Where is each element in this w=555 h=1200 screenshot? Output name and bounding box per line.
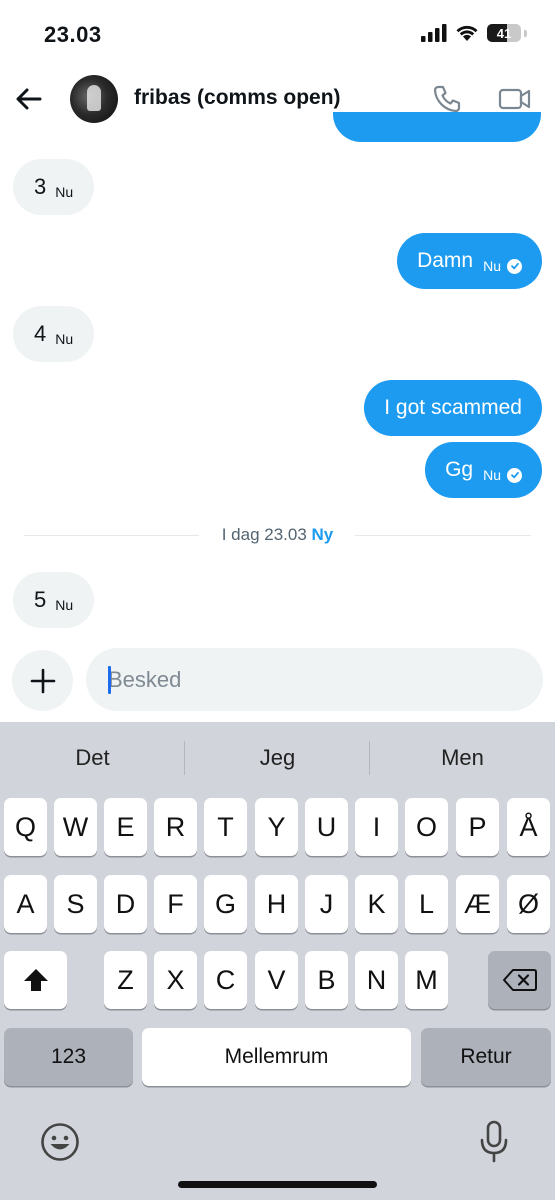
message-bubble-outgoing[interactable]: Gg Nu (425, 442, 542, 498)
microphone-icon[interactable] (478, 1120, 510, 1164)
key-d[interactable]: D (104, 875, 147, 933)
key-f[interactable]: F (154, 875, 197, 933)
conversation-title[interactable]: fribas (comms open) (134, 86, 341, 110)
message-bubble-outgoing[interactable]: Damn Nu (397, 233, 542, 289)
battery-level: 41 (496, 25, 512, 41)
key-o[interactable]: O (405, 798, 448, 856)
shift-arrow-icon (23, 969, 48, 991)
key-a[interactable]: A (4, 875, 47, 933)
message-text: 3 (34, 174, 47, 199)
key-ae[interactable]: Æ (456, 875, 499, 933)
key-r[interactable]: R (154, 798, 197, 856)
message-text: I got scammed (384, 396, 522, 419)
key-v[interactable]: V (255, 951, 298, 1009)
message-bubble-outgoing[interactable]: I got scammed (364, 380, 542, 436)
suggestion-3[interactable]: Men (370, 745, 555, 771)
cellular-signal-icon (421, 24, 447, 42)
battery-icon: 41 (487, 24, 521, 42)
key-aa[interactable]: Å (507, 798, 550, 856)
key-w[interactable]: W (54, 798, 97, 856)
key-z[interactable]: Z (104, 951, 147, 1009)
key-c[interactable]: C (204, 951, 247, 1009)
status-icons: 41 (421, 24, 527, 42)
key-x[interactable]: X (154, 951, 197, 1009)
battery-nub (524, 29, 527, 37)
home-indicator (178, 1181, 377, 1188)
key-y[interactable]: Y (255, 798, 298, 856)
message-input-container[interactable] (86, 648, 543, 711)
date-divider-label: I dag 23.03 (221, 525, 307, 544)
message-bubble-partial (333, 112, 541, 142)
video-call-icon[interactable] (498, 82, 532, 116)
key-e[interactable]: E (104, 798, 147, 856)
message-text: Gg (445, 458, 474, 481)
key-j[interactable]: J (305, 875, 348, 933)
new-badge: Ny (311, 525, 334, 544)
emoji-icon[interactable] (40, 1122, 80, 1162)
key-p[interactable]: P (456, 798, 499, 856)
key-m[interactable]: M (405, 951, 448, 1009)
read-receipt-check-icon (507, 467, 522, 483)
message-bubble-incoming[interactable]: 5 Nu (13, 572, 95, 628)
add-media-button[interactable] (12, 650, 73, 711)
wifi-icon (456, 25, 478, 41)
key-t[interactable]: T (204, 798, 247, 856)
date-divider: I dag 23.03 Ny (0, 525, 555, 545)
key-b[interactable]: B (305, 951, 348, 1009)
status-time: 23.03 (44, 22, 102, 47)
message-time: Nu (55, 597, 74, 613)
key-i[interactable]: I (355, 798, 398, 856)
key-l[interactable]: L (405, 875, 448, 933)
backspace-key[interactable] (488, 951, 551, 1009)
numbers-key[interactable]: 123 (4, 1028, 133, 1086)
message-input[interactable] (108, 648, 528, 711)
message-bubble-incoming[interactable]: 4 Nu (13, 306, 95, 362)
key-oe[interactable]: Ø (507, 875, 550, 933)
return-key[interactable]: Retur (421, 1028, 551, 1086)
key-g[interactable]: G (204, 875, 247, 933)
key-n[interactable]: N (355, 951, 398, 1009)
message-time: Nu (483, 258, 501, 274)
space-key[interactable]: Mellemrum (142, 1028, 411, 1086)
message-time: Nu (55, 331, 74, 347)
read-receipt-check-icon (507, 258, 522, 274)
plus-icon (30, 668, 55, 693)
delete-backspace-icon (502, 969, 537, 991)
message-bubble-incoming[interactable]: 3 Nu (13, 159, 95, 215)
avatar[interactable] (70, 75, 118, 123)
back-arrow-icon[interactable] (14, 84, 44, 114)
message-text: 5 (34, 587, 47, 612)
key-u[interactable]: U (305, 798, 348, 856)
key-k[interactable]: K (355, 875, 398, 933)
shift-key[interactable] (4, 951, 67, 1009)
message-text: Damn (417, 249, 474, 272)
key-s[interactable]: S (54, 875, 97, 933)
message-time: Nu (483, 467, 501, 483)
text-cursor (108, 666, 111, 694)
message-text: 4 (34, 321, 47, 346)
key-h[interactable]: H (255, 875, 298, 933)
key-q[interactable]: Q (4, 798, 47, 856)
message-time: Nu (55, 184, 74, 200)
suggestion-2[interactable]: Jeg (185, 745, 370, 771)
phone-call-icon[interactable] (430, 82, 464, 116)
suggestion-1[interactable]: Det (0, 745, 185, 771)
